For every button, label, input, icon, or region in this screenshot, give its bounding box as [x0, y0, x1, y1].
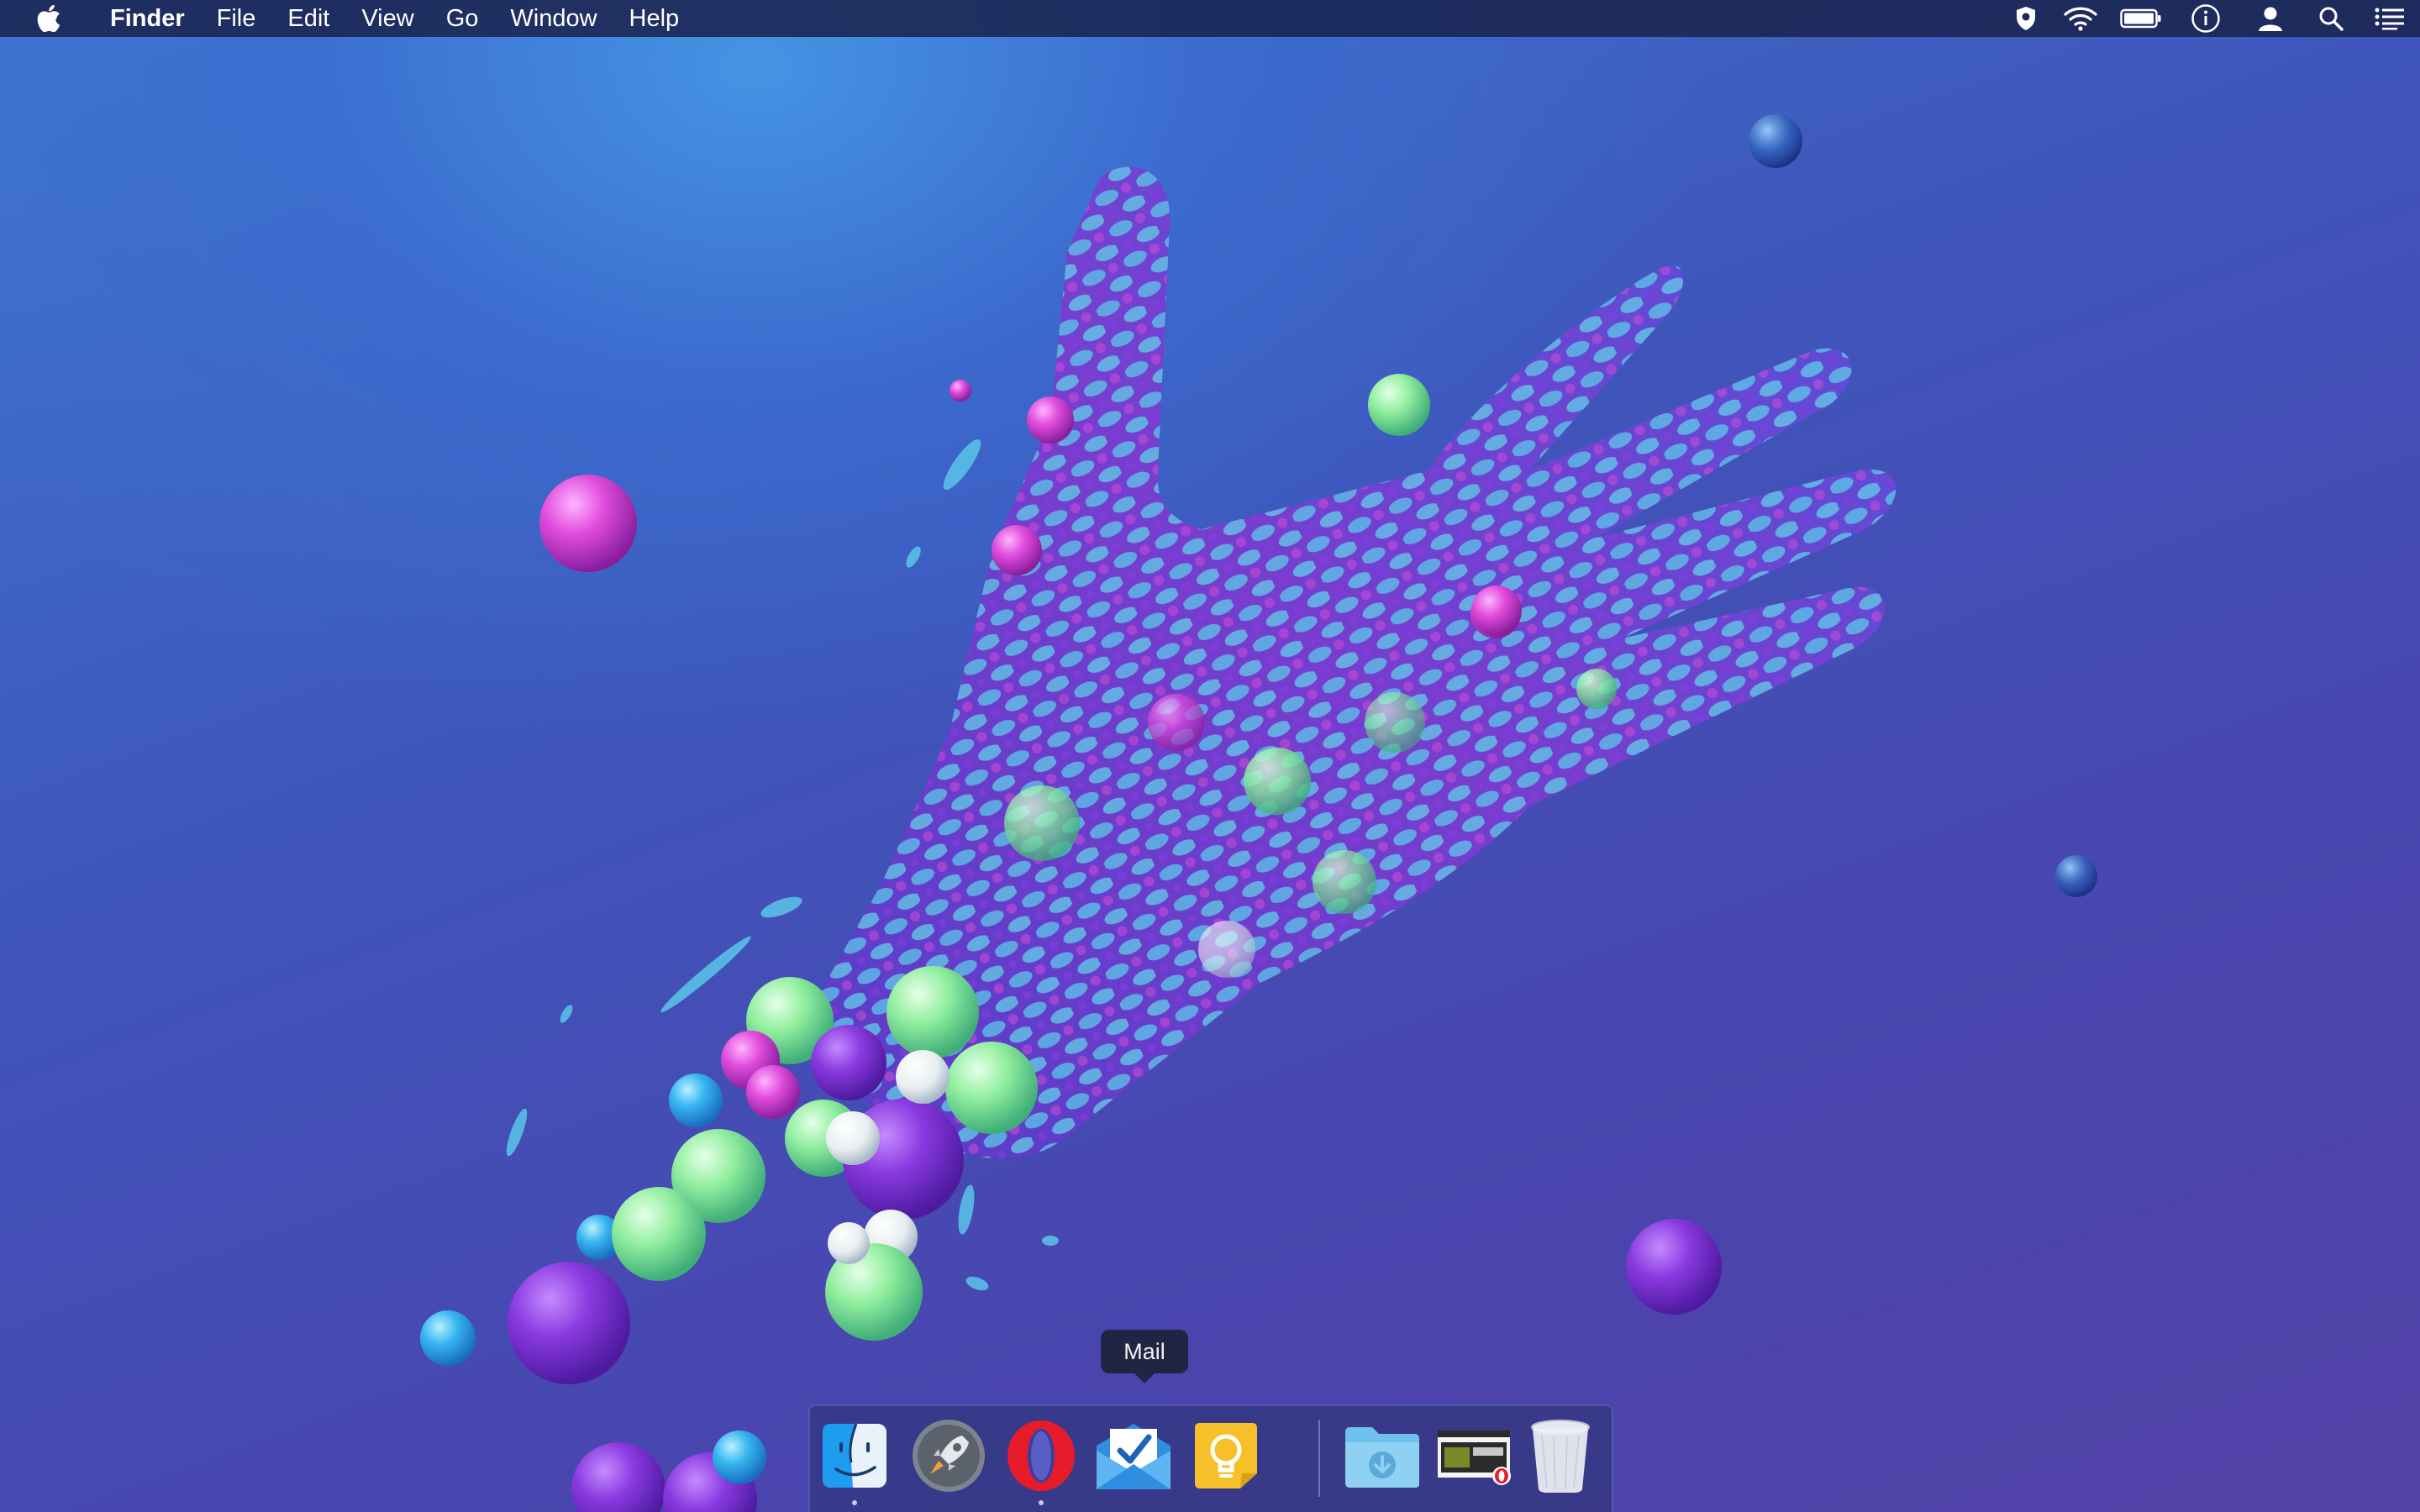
- menu-view[interactable]: View: [345, 0, 429, 37]
- dock-opera[interactable]: [998, 1413, 1084, 1505]
- dock: [808, 1404, 1613, 1512]
- menu-bar: Finder File Edit View Go Window Help: [0, 0, 2420, 37]
- notification-center-icon[interactable]: [2360, 0, 2420, 37]
- menu-edit[interactable]: Edit: [271, 0, 345, 37]
- running-indicator: [852, 1500, 857, 1505]
- menu-go[interactable]: Go: [430, 0, 495, 37]
- desktop[interactable]: Finder File Edit View Go Window Help Mai…: [0, 0, 2420, 1512]
- dock-launchpad[interactable]: [906, 1413, 992, 1499]
- idea-lightbulb-icon: [1195, 1423, 1257, 1488]
- dock-finder[interactable]: [812, 1413, 897, 1505]
- info-icon[interactable]: [2173, 0, 2238, 37]
- trash-icon: [1531, 1420, 1590, 1493]
- dock-ideas-app[interactable]: [1183, 1413, 1269, 1499]
- dock-downloads-folder[interactable]: [1339, 1413, 1425, 1499]
- running-indicator: [1039, 1500, 1044, 1505]
- downloads-folder-icon: [1345, 1427, 1419, 1488]
- opera-icon: [1007, 1420, 1075, 1491]
- dock-trash[interactable]: [1518, 1413, 1603, 1499]
- menu-window[interactable]: Window: [494, 0, 613, 37]
- dock-mail[interactable]: [1091, 1413, 1176, 1499]
- battery-icon[interactable]: [2109, 0, 2173, 37]
- menu-help[interactable]: Help: [613, 0, 696, 37]
- wifi-icon[interactable]: [2052, 0, 2109, 37]
- dock-separator: [1318, 1420, 1320, 1497]
- finder-icon: [823, 1423, 886, 1488]
- user-icon[interactable]: [2238, 0, 2302, 37]
- apple-logo-icon[interactable]: [32, 2, 66, 35]
- spotlight-search-icon[interactable]: [2302, 0, 2360, 37]
- menu-file[interactable]: File: [201, 0, 272, 37]
- browser-window-thumbnail-icon: [1438, 1431, 1511, 1485]
- wallpaper-hand-artwork: [420, 114, 2097, 1512]
- mail-icon: [1097, 1424, 1171, 1489]
- dock-minimized-window[interactable]: [1432, 1413, 1518, 1499]
- shield-icon[interactable]: [2000, 0, 2052, 37]
- menu-bar-status-area: [2000, 0, 2420, 37]
- launchpad-rocket-icon: [913, 1420, 985, 1492]
- menu-finder[interactable]: Finder: [94, 0, 201, 37]
- dock-tooltip: Mail: [1101, 1330, 1188, 1383]
